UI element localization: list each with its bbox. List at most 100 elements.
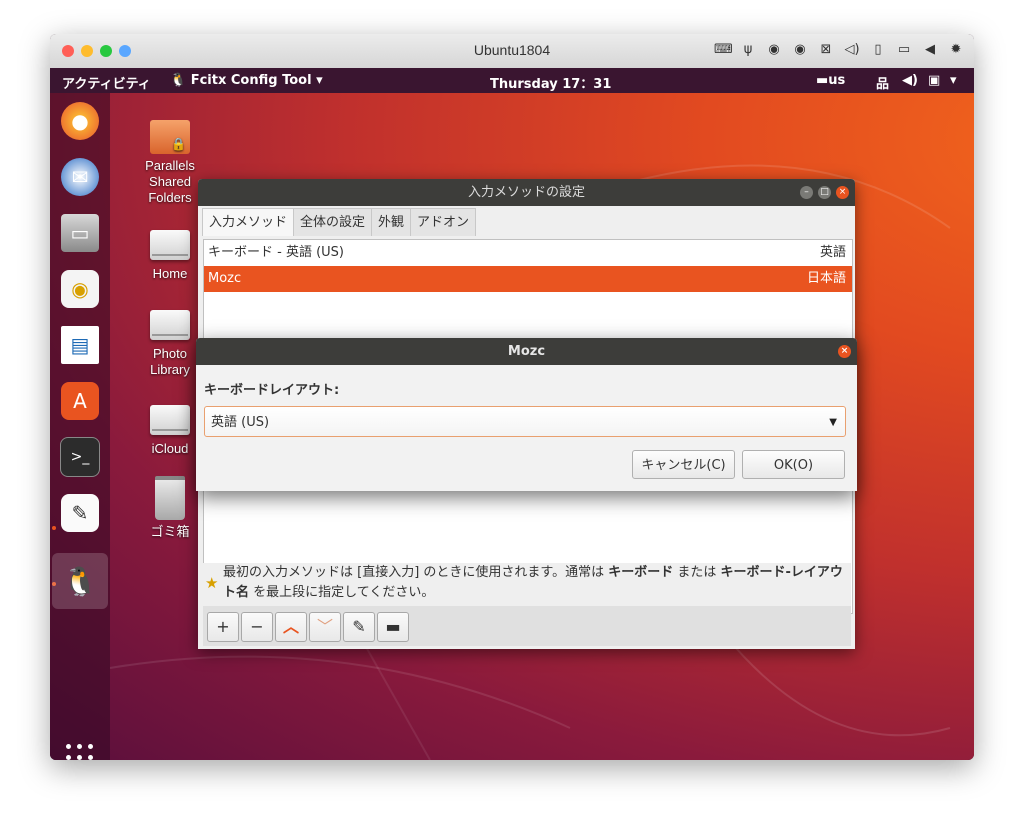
- mozc-dialog-title-bar: Mozc ×: [196, 338, 857, 365]
- hint-text: 最初の入力メソッドは [直接入力] のときに使用されます。通常は キーボード ま…: [223, 563, 848, 603]
- dock-firefox[interactable]: ●: [58, 99, 102, 143]
- vm-window: Ubuntu1804 ⌨ ψ ◉ ◉ ⊠ ◁) ▯ ▭ ◀ ✹ アクティビティ …: [50, 34, 974, 760]
- desktop-icon-label: Photo Library: [150, 346, 190, 377]
- hint-text-part: または: [673, 565, 721, 580]
- dock-thunderbird[interactable]: ✉: [58, 155, 102, 199]
- maximize-icon[interactable]: □: [818, 186, 831, 199]
- drive-icon: [150, 310, 190, 340]
- desktop-icon-home[interactable]: Home: [135, 230, 205, 282]
- keyboard-layout-button[interactable]: ▬: [377, 612, 409, 642]
- desktop-icon-photo-library[interactable]: Photo Library: [135, 310, 205, 378]
- mozc-dialog: Mozc × キーボードレイアウト: 英語 (US) ▼ キャンセル(C) OK…: [196, 338, 857, 491]
- thunderbird-icon: ✉: [61, 158, 99, 196]
- cd-icon[interactable]: ◉: [766, 42, 782, 57]
- activities-button[interactable]: アクティビティ: [62, 73, 151, 92]
- cd-icon-2[interactable]: ◉: [792, 42, 808, 57]
- firefox-icon: ●: [61, 102, 99, 140]
- arrow-left-icon[interactable]: ◀: [922, 42, 938, 57]
- rhythmbox-icon: ◉: [61, 270, 99, 308]
- dock-software[interactable]: A: [58, 379, 102, 423]
- system-menu-arrow[interactable]: ▾: [950, 73, 957, 88]
- vm-toolbar-icons: ⌨ ψ ◉ ◉ ⊠ ◁) ▯ ▭ ◀ ✹: [714, 42, 964, 57]
- dock-files[interactable]: ▭: [58, 211, 102, 255]
- gnome-top-bar: アクティビティ 🐧 Fcitx Config Tool ▾ Thursday 1…: [50, 68, 974, 93]
- keyboard-icon: ▬: [385, 617, 401, 636]
- desktop-icon-label: ゴミ箱: [150, 524, 190, 539]
- volume-tray-icon[interactable]: ◀): [902, 73, 918, 88]
- drive-icon: [150, 230, 190, 260]
- move-down-button[interactable]: ﹀: [309, 612, 341, 642]
- keyboard-indicator-label: us: [828, 73, 846, 88]
- network-icon[interactable]: 品: [876, 73, 889, 92]
- dock-terminal[interactable]: >_: [58, 435, 102, 479]
- dock-writer[interactable]: ▤: [58, 323, 102, 367]
- hint-text-part: を最上段に指定してください。: [249, 585, 435, 600]
- keyboard-icon-tray: ▬: [816, 73, 829, 88]
- move-up-button[interactable]: ︿: [275, 612, 307, 642]
- tab-appearance[interactable]: 外観: [371, 208, 412, 236]
- vm-title-bar: Ubuntu1804 ⌨ ψ ◉ ◉ ⊠ ◁) ▯ ▭ ◀ ✹: [50, 34, 974, 69]
- tab-global-config[interactable]: 全体の設定: [293, 208, 373, 236]
- show-applications-icon[interactable]: [66, 744, 94, 760]
- list-item[interactable]: キーボード - 英語 (US) 英語: [204, 240, 852, 266]
- clock[interactable]: Thursday 17：31: [490, 73, 611, 92]
- writer-icon: ▤: [61, 326, 99, 364]
- keyboard-layout-value: 英語 (US): [211, 415, 270, 430]
- star-icon: ★: [205, 574, 219, 592]
- fcitx-icon: 🐧: [62, 564, 98, 598]
- list-toolbar: + − ︿ ﹀ ✎ ▬: [203, 606, 851, 646]
- tab-input-method[interactable]: 入力メソッド: [202, 208, 295, 236]
- trash-icon: [155, 476, 185, 520]
- running-indicator: [52, 526, 56, 530]
- network-off-icon[interactable]: ⊠: [818, 42, 834, 57]
- add-button[interactable]: +: [207, 612, 239, 642]
- desktop-icon-parallels[interactable]: 🔒 Parallels Shared Folders: [135, 120, 205, 206]
- desktop-icon-label: Home: [152, 266, 188, 281]
- tab-addon[interactable]: アドオン: [410, 208, 477, 236]
- display-icon[interactable]: ▭: [896, 42, 912, 57]
- desktop-icon-trash[interactable]: ゴミ箱: [135, 476, 205, 540]
- hint-text-bold: キーボード: [608, 565, 674, 580]
- minimize-icon[interactable]: –: [800, 186, 813, 199]
- keyboard-indicator[interactable]: ▬us: [816, 73, 845, 88]
- config-window-title: 入力メソッドの設定: [467, 185, 585, 200]
- app-menu[interactable]: 🐧 Fcitx Config Tool ▾: [170, 73, 323, 88]
- list-item-selected[interactable]: Mozc 日本語: [204, 266, 852, 292]
- configure-button[interactable]: ✎: [343, 612, 375, 642]
- dock-fcitx[interactable]: 🐧: [52, 553, 108, 609]
- dock-text-editor[interactable]: ✎: [58, 491, 102, 535]
- drive-icon: [150, 405, 190, 435]
- close-icon[interactable]: ×: [838, 345, 851, 358]
- desktop-icon-label: iCloud: [151, 441, 189, 456]
- battery-icon[interactable]: ▣: [928, 73, 940, 88]
- desktop-icon-label: Parallels Shared Folders: [145, 158, 195, 205]
- hint-note: ★ 最初の入力メソッドは [直接入力] のときに使用されます。通常は キーボード…: [203, 563, 851, 607]
- fcitx-small-icon: 🐧: [170, 73, 191, 88]
- keyboard-layout-label: キーボードレイアウト:: [204, 383, 340, 398]
- config-window-title-bar: 入力メソッドの設定 – □ ×: [198, 179, 855, 206]
- mozc-dialog-title: Mozc: [507, 344, 546, 359]
- input-method-language: 日本語: [806, 271, 846, 286]
- keyboard-layout-select[interactable]: 英語 (US) ▼: [204, 406, 846, 437]
- files-icon: ▭: [61, 214, 99, 252]
- cancel-button[interactable]: キャンセル(C): [632, 450, 735, 479]
- input-method-name: キーボード - 英語 (US): [208, 245, 344, 260]
- volume-icon[interactable]: ◁): [844, 42, 860, 57]
- chevron-down-icon: ▼: [829, 417, 837, 428]
- folder-shared-icon: 🔒: [150, 120, 190, 154]
- gear-icon[interactable]: ✹: [948, 42, 964, 57]
- disk-icon[interactable]: ▯: [870, 42, 886, 57]
- tools-icon: ✎: [352, 617, 366, 636]
- keyboard-icon[interactable]: ⌨: [714, 42, 733, 57]
- dock: ● ✉ ▭ ◉ ▤ A >_ ✎ 🐧: [50, 93, 110, 760]
- ok-button[interactable]: OK(O): [742, 450, 845, 479]
- text-editor-icon: ✎: [61, 494, 99, 532]
- terminal-icon: >_: [60, 437, 100, 477]
- remove-button[interactable]: −: [241, 612, 273, 642]
- config-tabs: 入力メソッド 全体の設定 外観 アドオン: [202, 208, 477, 236]
- close-icon[interactable]: ×: [836, 186, 849, 199]
- desktop-icon-icloud[interactable]: iCloud: [135, 405, 205, 457]
- software-center-icon: A: [61, 382, 99, 420]
- dock-rhythmbox[interactable]: ◉: [58, 267, 102, 311]
- usb-icon[interactable]: ψ: [740, 42, 756, 57]
